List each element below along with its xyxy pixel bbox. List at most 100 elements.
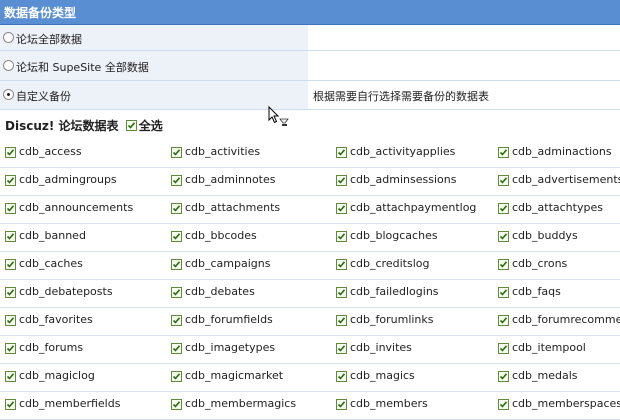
table-checkbox[interactable] — [336, 399, 347, 410]
table-name-label: cdb_announcements — [19, 201, 134, 214]
tables-heading: Discuz! 论坛数据表 全选 — [5, 117, 163, 135]
table-checkbox[interactable] — [336, 203, 347, 214]
table-name-label: cdb_attachments — [185, 201, 281, 214]
table-checkbox[interactable] — [498, 371, 509, 382]
backup-option-forum-supesite[interactable]: 论坛和 SupeSite 全部数据 — [0, 51, 620, 81]
table-row: cdb_forums cdb_imagetypes cdb_invites cdb_i… — [0, 335, 620, 364]
table-checkbox[interactable] — [5, 175, 16, 186]
table-name-label: cdb_favorites — [19, 313, 93, 326]
table-name-label: cdb_medals — [512, 369, 578, 382]
table-checkbox[interactable] — [171, 399, 182, 410]
table-name-label: cdb_adminactions — [512, 145, 612, 158]
table-name-label: cdb_memberspaces — [512, 397, 620, 410]
table-name-label: cdb_magicmarket — [185, 369, 284, 382]
select-all-label: 全选 — [138, 119, 163, 133]
table-name-label: cdb_forums — [19, 341, 84, 354]
table-name-label: cdb_attachtypes — [512, 201, 603, 214]
table-checkbox[interactable] — [171, 175, 182, 186]
table-name-label: cdb_invites — [350, 341, 412, 354]
table-name-label: cdb_debates — [185, 285, 255, 298]
table-checkbox[interactable] — [5, 147, 16, 158]
table-row: cdb_announcements cdb_attachments cdb_atta… — [0, 195, 620, 224]
table-checkbox[interactable] — [336, 371, 347, 382]
table-checkbox[interactable] — [498, 147, 509, 158]
table-name-label: cdb_access — [19, 145, 82, 158]
table-checkbox[interactable] — [171, 231, 182, 242]
table-checkbox[interactable] — [498, 343, 509, 354]
table-name-label: cdb_bbcodes — [185, 229, 257, 242]
table-row: cdb_banned cdb_bbcodes cdb_blogcaches cdb_b… — [0, 223, 620, 252]
table-checkbox[interactable] — [171, 343, 182, 354]
table-checkbox[interactable] — [498, 203, 509, 214]
table-row: cdb_favorites cdb_forumfields cdb_forumlin… — [0, 307, 620, 336]
table-checkbox[interactable] — [5, 259, 16, 270]
table-name-label: cdb_campaigns — [185, 257, 271, 270]
table-checkbox[interactable] — [5, 287, 16, 298]
table-name-label: cdb_failedlogins — [350, 285, 439, 298]
table-checkbox[interactable] — [171, 287, 182, 298]
table-name-label: cdb_membermagics — [185, 397, 297, 410]
table-checkbox[interactable] — [171, 315, 182, 326]
backup-option-custom[interactable]: 自定义备份 根据需要自行选择需要备份的数据表 — [0, 81, 620, 110]
table-checkbox[interactable] — [5, 343, 16, 354]
table-checkbox[interactable] — [336, 259, 347, 270]
table-checkbox[interactable] — [5, 399, 16, 410]
table-checkbox[interactable] — [336, 343, 347, 354]
table-name-label: cdb_faqs — [512, 285, 561, 298]
radio-all-forum[interactable] — [3, 32, 14, 43]
table-name-label: cdb_attachpaymentlog — [350, 201, 477, 214]
radio-forum-supesite[interactable] — [3, 60, 14, 71]
mouse-cursor-icon — [268, 106, 289, 126]
table-name-label: cdb_activities — [185, 145, 261, 158]
table-name-label: cdb_forumlinks — [350, 313, 434, 326]
table-checkbox[interactable] — [5, 203, 16, 214]
table-name-label: cdb_magics — [350, 369, 415, 382]
table-checkbox[interactable] — [498, 287, 509, 298]
table-name-label: cdb_debateposts — [19, 285, 113, 298]
radio-custom[interactable] — [3, 89, 14, 100]
table-checkbox[interactable] — [5, 315, 16, 326]
table-checkbox[interactable] — [336, 315, 347, 326]
table-name-label: cdb_memberfields — [19, 397, 121, 410]
table-checkbox[interactable] — [336, 231, 347, 242]
table-name-label: cdb_creditslog — [350, 257, 430, 270]
select-all-checkbox[interactable] — [125, 120, 137, 131]
table-checkbox[interactable] — [498, 259, 509, 270]
table-checkbox[interactable] — [171, 203, 182, 214]
option-label: 论坛全部数据 — [16, 33, 82, 46]
table-checkbox[interactable] — [171, 147, 182, 158]
table-name-label: cdb_magiclog — [19, 369, 95, 382]
option-label: 自定义备份 — [16, 90, 71, 103]
table-checkbox[interactable] — [498, 399, 509, 410]
table-checkbox[interactable] — [336, 147, 347, 158]
table-name-label: cdb_forumfields — [185, 313, 273, 326]
table-checkbox[interactable] — [498, 231, 509, 242]
table-name-label: cdb_advertisements — [512, 173, 620, 186]
table-name-label: cdb_imagetypes — [185, 341, 276, 354]
table-checkbox[interactable] — [5, 231, 16, 242]
table-name-label: cdb_crons — [512, 257, 568, 270]
table-name-label: cdb_banned — [19, 229, 86, 242]
tables-title: Discuz! 论坛数据表 — [5, 119, 119, 133]
table-checkbox[interactable] — [498, 315, 509, 326]
section-header: 数据备份类型 — [0, 0, 620, 25]
table-row: cdb_memberfields cdb_membermagics cdb_memb… — [0, 391, 620, 420]
backup-option-all-forum[interactable]: 论坛全部数据 — [0, 25, 620, 51]
table-checkbox[interactable] — [171, 259, 182, 270]
table-checkbox[interactable] — [171, 371, 182, 382]
table-checkbox[interactable] — [336, 287, 347, 298]
table-name-label: cdb_adminnotes — [185, 173, 276, 186]
option-description: 根据需要自行选择需要备份的数据表 — [313, 90, 489, 103]
table-row: cdb_admingroups cdb_adminnotes cdb_adminse… — [0, 167, 620, 196]
table-name-label: cdb_activityapplies — [350, 145, 456, 158]
table-row: cdb_magiclog cdb_magicmarket cdb_magics cdb… — [0, 363, 620, 392]
table-name-label: cdb_itempool — [512, 341, 586, 354]
table-row: cdb_debateposts cdb_debates cdb_failedlogi… — [0, 279, 620, 308]
table-checkbox[interactable] — [498, 175, 509, 186]
table-row: cdb_caches cdb_campaigns cdb_creditslog cdb… — [0, 251, 620, 280]
table-checkbox[interactable] — [336, 175, 347, 186]
table-name-label: cdb_caches — [19, 257, 83, 270]
table-row: cdb_access cdb_activities cdb_activityappl… — [0, 139, 620, 168]
section-title: 数据备份类型 — [4, 6, 77, 20]
table-checkbox[interactable] — [5, 371, 16, 382]
